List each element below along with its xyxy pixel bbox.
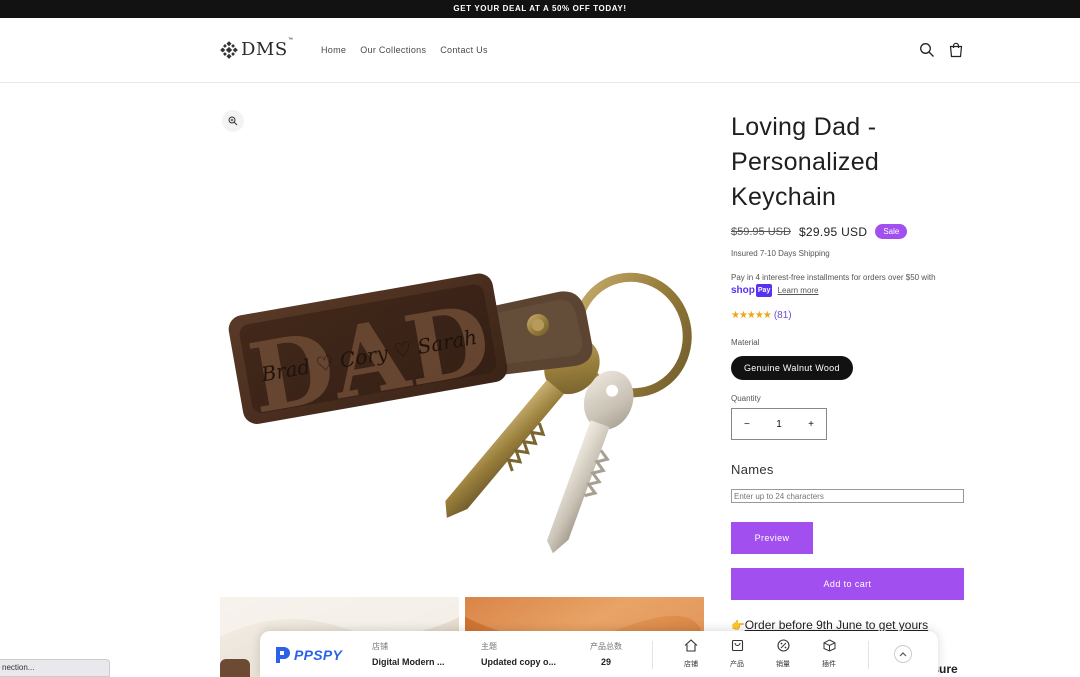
product-main-image[interactable]: DAD Brad ♡ Cory ♡ Sarah (220, 100, 704, 594)
ppspy-store-button[interactable]: 店铺 (676, 639, 706, 669)
zoom-icon (228, 116, 238, 126)
ppspy-theme-value: Updated copy o... (481, 657, 557, 667)
nav-contact-us[interactable]: Contact Us (440, 45, 488, 55)
quantity-increase-button[interactable]: + (808, 419, 814, 430)
logo-mark-icon (220, 40, 238, 59)
material-label: Material (731, 338, 760, 347)
ppspy-toolbar: PPSPY 店铺 Digital Modern ... 主题 Updated c… (260, 631, 938, 677)
nav-home[interactable]: Home (321, 45, 346, 55)
home-icon (684, 639, 698, 652)
quantity-label: Quantity (731, 394, 761, 403)
shop-pay-logo: shop Pay (731, 284, 773, 297)
rating-count: (81) (773, 310, 792, 321)
logo-trademark: ™ (288, 37, 293, 43)
sale-price: $29.95 USD (798, 224, 868, 239)
announcement-bar: GET YOUR DEAL AT A 50% OFF TODAY! (0, 0, 1080, 18)
ppspy-product-button[interactable]: 产品 (722, 639, 752, 669)
ppspy-products-label: 产品总数 (590, 642, 622, 651)
names-input[interactable] (731, 489, 964, 503)
quantity-decrease-button[interactable]: − (744, 419, 750, 430)
price-row: $59.95 USD $29.95 USD Sale (731, 224, 908, 239)
ppspy-plugin-button-label: 插件 (822, 661, 836, 668)
ppspy-divider (652, 641, 653, 669)
browser-status-bar: nection... (0, 659, 110, 677)
ppspy-product-button-label: 产品 (730, 661, 744, 668)
nav-our-collections[interactable]: Our Collections (360, 45, 426, 55)
ppspy-theme-label: 主题 (481, 642, 497, 651)
quantity-value[interactable]: 1 (776, 419, 782, 430)
installments-note: Pay in 4 interest-free installments for … (731, 271, 964, 297)
cube-icon (823, 639, 835, 652)
quantity-stepper: − 1 + (731, 408, 827, 440)
installments-text: Pay in 4 interest-free installments for … (731, 273, 936, 282)
shop-pay-pay-text: Pay (755, 284, 773, 297)
order-deadline-link[interactable]: Order before 9th June to get yours (745, 618, 928, 632)
product-title: Loving Dad - Personalized Keychain (731, 113, 880, 211)
ppspy-products-value: 29 (601, 657, 612, 667)
shopping-bag-icon (731, 639, 743, 652)
site-header: DMS ™ Home Our Collections Contact Us (0, 18, 1080, 83)
cart-icon[interactable] (948, 42, 964, 58)
ppspy-sales-button[interactable]: 销量 (768, 639, 798, 669)
main-nav: Home Our Collections Contact Us (321, 45, 488, 55)
ppspy-store-value: Digital Modern ... (372, 657, 445, 667)
store-logo[interactable]: DMS ™ (220, 37, 293, 60)
ppspy-products-info: 产品总数 29 (590, 641, 622, 667)
ppspy-brand: PPSPY (294, 647, 343, 663)
ppspy-plugin-button[interactable]: 插件 (814, 639, 844, 669)
ppspy-divider-2 (868, 641, 869, 669)
chevron-up-icon (899, 652, 907, 657)
ppspy-store-button-label: 店铺 (684, 661, 698, 668)
ppspy-theme-info: 主题 Updated copy o... (481, 641, 556, 667)
shipping-note: Insured 7-10 Days Shipping (731, 249, 830, 258)
shop-pay-shop-text: shop (731, 285, 755, 296)
ppspy-collapse-button[interactable] (894, 645, 912, 663)
names-label: Names (731, 462, 774, 477)
ppspy-store-label: 店铺 (372, 642, 388, 651)
search-icon[interactable] (919, 42, 935, 58)
material-option-walnut[interactable]: Genuine Walnut Wood (731, 356, 853, 380)
percent-icon (776, 639, 790, 652)
old-price: $59.95 USD (731, 225, 791, 238)
sale-badge: Sale (875, 224, 908, 239)
product-info: Loving Dad - Personalized Keychain $59.9… (731, 110, 964, 676)
rating-stars-icon: ★★★★★ (731, 310, 772, 321)
product-rating[interactable]: ★★★★★ (81) (731, 310, 792, 321)
ppspy-logo-icon (276, 647, 290, 663)
zoom-button[interactable] (222, 110, 244, 132)
add-to-cart-button[interactable]: Add to cart (731, 568, 964, 600)
preview-button[interactable]: Preview (731, 522, 813, 554)
logo-text: DMS (241, 39, 288, 60)
ppspy-sales-button-label: 销量 (776, 661, 790, 668)
order-deadline-note: 👉Order before 9th June to get yours (731, 618, 928, 632)
learn-more-link[interactable]: Learn more (778, 286, 819, 295)
keychain-illustration: DAD Brad ♡ Cory ♡ Sarah (228, 272, 692, 554)
ppspy-store-info: 店铺 Digital Modern ... (372, 641, 445, 667)
ppspy-logo[interactable]: PPSPY (274, 646, 342, 664)
